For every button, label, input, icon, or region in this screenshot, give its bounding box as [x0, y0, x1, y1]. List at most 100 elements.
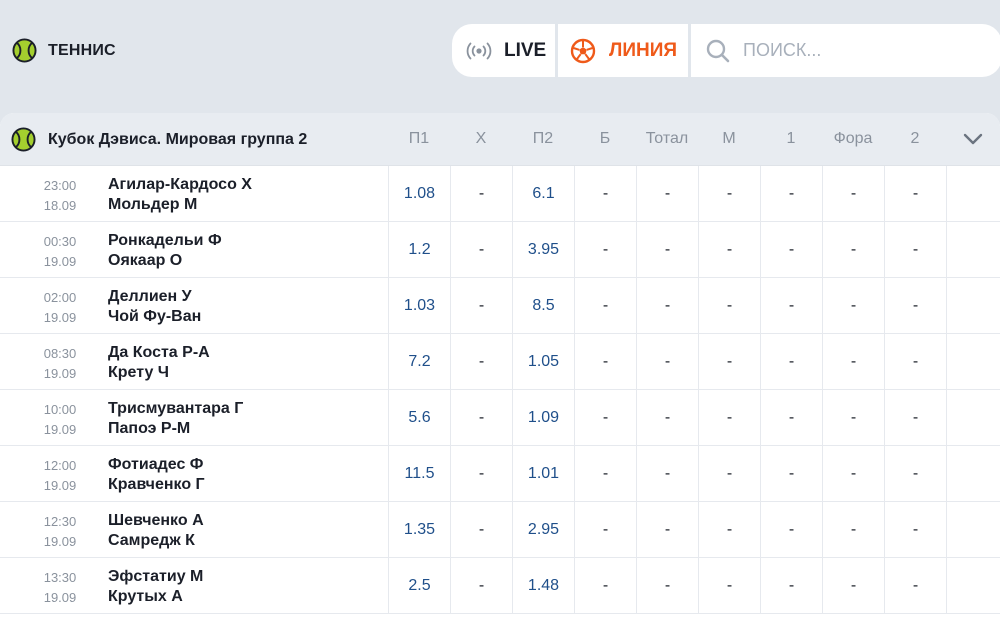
player-away: Кравченко Г [108, 476, 205, 493]
match-datetime: 13:30 19.09 [40, 568, 80, 608]
odds-cell-b: - [574, 390, 636, 446]
row-end-cell [946, 278, 1000, 334]
match-time: 08:30 [43, 346, 77, 361]
row-end-cell [946, 390, 1000, 446]
odds-cell-1: - [760, 390, 822, 446]
match-players[interactable]: Ронкадельи Ф Оякаар О [108, 231, 222, 271]
odds-cell-p2[interactable]: 1.05 [512, 334, 574, 390]
match-players[interactable]: Агилар-Кардосо Х Мольдер М [108, 175, 252, 215]
player-away: Чой Фу-Ван [108, 308, 202, 325]
odds-cell-p1[interactable]: 1.35 [388, 502, 450, 558]
sport-title[interactable]: ТЕННИС [12, 38, 116, 63]
player-home: Да Коста Р-А [108, 344, 210, 361]
odds-cell-1: - [760, 334, 822, 390]
match-time: 02:00 [43, 290, 77, 305]
match-players[interactable]: Эфстатиу М Крутых А [108, 567, 203, 607]
match-row[interactable]: 10:00 19.09 Трисмувантара Г Папоэ Р-М 5.6-1.… [0, 390, 1000, 446]
odds-cell-1: - [760, 278, 822, 334]
match-players[interactable]: Деллиен У Чой Фу-Ван [108, 287, 201, 327]
odds-cell-total: - [636, 166, 698, 222]
column-header-m: М [722, 130, 736, 147]
match-row[interactable]: 12:00 19.09 Фотиадес Ф Кравченко Г 11.5-1.01… [0, 446, 1000, 502]
player-away: Крету Ч [108, 364, 170, 381]
odds-cell-p1[interactable]: 7.2 [388, 334, 450, 390]
odds-cell-x: - [450, 222, 512, 278]
match-datetime: 23:00 18.09 [40, 176, 80, 216]
column-header-total: Тотал [645, 130, 689, 147]
odds-cell-p2[interactable]: 2.95 [512, 502, 574, 558]
match-players[interactable]: Шевченко А Самредж К [108, 511, 204, 551]
odds-cell-b: - [574, 166, 636, 222]
odds-cell-handicap: - [822, 334, 884, 390]
odds-cell-total: - [636, 502, 698, 558]
odds-cell-2: - [884, 222, 946, 278]
odds-cell-m: - [698, 558, 760, 614]
match-date: 19.09 [43, 590, 77, 605]
odds-cell-x: - [450, 166, 512, 222]
match-players[interactable]: Трисмувантара Г Папоэ Р-М [108, 399, 243, 439]
top-bar: ТЕННИС LIVE ЛИНИЯ [0, 0, 1000, 100]
soccer-ball-icon [570, 38, 596, 63]
live-label: LIVE [504, 39, 547, 61]
match-players[interactable]: Фотиадес Ф Кравченко Г [108, 455, 205, 495]
player-home: Агилар-Кардосо Х [108, 176, 252, 193]
match-row[interactable]: 13:30 19.09 Эфстатиу М Крутых А 2.5-1.48- - - -… [0, 558, 1000, 614]
row-end-cell [946, 222, 1000, 278]
league-title-group[interactable]: Кубок Дэвиса. Мировая группа 2 [11, 127, 307, 152]
column-header-2: 2 [910, 130, 920, 147]
live-tab[interactable]: LIVE [452, 24, 555, 77]
row-end-cell [946, 446, 1000, 502]
odds-cell-p1[interactable]: 1.08 [388, 166, 450, 222]
mode-switcher: LIVE ЛИНИЯ [452, 24, 1000, 77]
player-home: Фотиадес Ф [108, 456, 204, 473]
match-row[interactable]: 08:30 19.09 Да Коста Р-А Крету Ч 7.2-1.05- - -… [0, 334, 1000, 390]
match-row[interactable]: 02:00 19.09 Деллиен У Чой Фу-Ван 1.03-8.5- - -… [0, 278, 1000, 334]
odds-cell-2: - [884, 446, 946, 502]
odds-cell-p1[interactable]: 11.5 [388, 446, 450, 502]
match-row[interactable]: 23:00 18.09 Агилар-Кардосо Х Мольдер М 1.08-… [0, 166, 1000, 222]
match-date: 19.09 [43, 478, 77, 493]
odds-cell-total: - [636, 558, 698, 614]
odds-cell-1: - [760, 502, 822, 558]
odds-cell-p1[interactable]: 5.6 [388, 390, 450, 446]
collapse-button[interactable] [958, 126, 988, 152]
odds-cell-m: - [698, 334, 760, 390]
search-box [691, 24, 1000, 77]
odds-cell-b: - [574, 222, 636, 278]
league-header: Кубок Дэвиса. Мировая группа 2 П1 Х П2 Б… [0, 113, 1000, 166]
odds-cell-p2[interactable]: 1.09 [512, 390, 574, 446]
match-time: 12:30 [43, 514, 77, 529]
odds-cell-p2[interactable]: 6.1 [512, 166, 574, 222]
odds-cell-p2[interactable]: 1.48 [512, 558, 574, 614]
odds-cell-handicap: - [822, 278, 884, 334]
match-datetime: 00:30 19.09 [40, 232, 80, 272]
chevron-down-icon [963, 133, 983, 145]
odds-cell-p2[interactable]: 8.5 [512, 278, 574, 334]
odds-cell-p1[interactable]: 1.03 [388, 278, 450, 334]
row-end-cell [946, 334, 1000, 390]
odds-cell-p1[interactable]: 2.5 [388, 558, 450, 614]
player-away: Оякаар О [108, 252, 183, 269]
odds-cell-p2[interactable]: 3.95 [512, 222, 574, 278]
match-row[interactable]: 12:30 19.09 Шевченко А Самредж К 1.35-2.95- -… [0, 502, 1000, 558]
odds-cell-m: - [698, 390, 760, 446]
match-players[interactable]: Да Коста Р-А Крету Ч [108, 343, 210, 383]
odds-cell-x: - [450, 502, 512, 558]
odds-cell-2: - [884, 166, 946, 222]
odds-cell-p1[interactable]: 1.2 [388, 222, 450, 278]
match-time: 23:00 [43, 178, 77, 193]
line-tab[interactable]: ЛИНИЯ [558, 24, 688, 77]
match-time: 10:00 [43, 402, 77, 417]
match-list: 23:00 18.09 Агилар-Кардосо Х Мольдер М 1.08-… [0, 166, 1000, 614]
search-input[interactable] [743, 40, 963, 61]
tennis-ball-icon [12, 38, 37, 63]
match-date: 19.09 [43, 422, 77, 437]
odds-cell-p2[interactable]: 1.01 [512, 446, 574, 502]
column-header-x: Х [475, 130, 487, 147]
match-row[interactable]: 00:30 19.09 Ронкадельи Ф Оякаар О 1.2-3.95- -… [0, 222, 1000, 278]
player-away: Мольдер М [108, 196, 198, 213]
odds-cell-total: - [636, 278, 698, 334]
odds-cell-b: - [574, 278, 636, 334]
odds-cell-handicap: - [822, 222, 884, 278]
odds-cell-total: - [636, 222, 698, 278]
